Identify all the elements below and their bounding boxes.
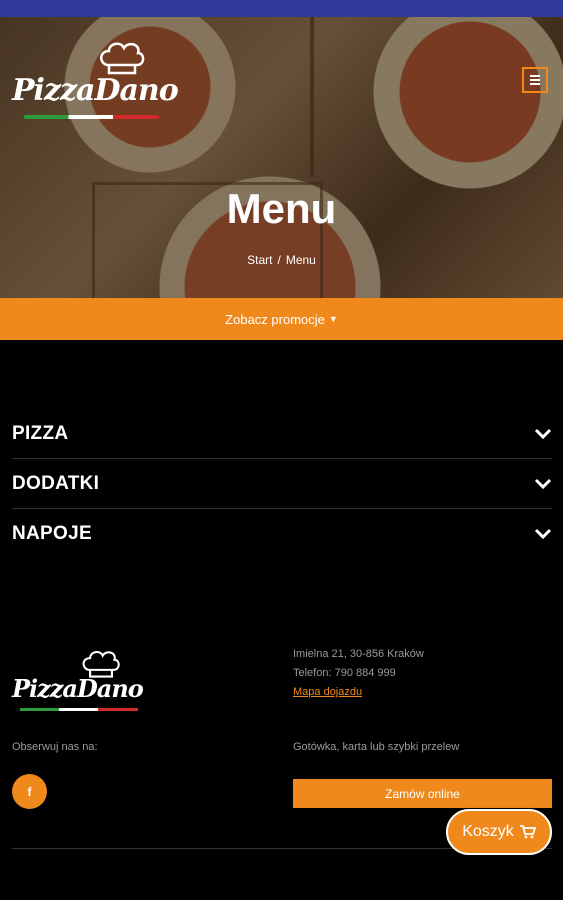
promotions-dropdown[interactable]: Zobacz promocje ▼ <box>0 298 563 340</box>
footer-logo[interactable]: PizzaDano <box>12 648 162 718</box>
caret-down-icon: ▼ <box>328 314 338 324</box>
logo-wordmark: PizzaDano <box>12 73 179 108</box>
hamburger-icon-bar <box>530 83 540 85</box>
payment-info: Gotówka, karta lub szybki przelew <box>293 741 460 753</box>
follow-label: Obserwuj nas na: <box>12 741 98 753</box>
footer-logo-wordmark: PizzaDano <box>12 674 144 703</box>
category-label: PIZZA <box>12 422 69 444</box>
hero-banner: PizzaDano Menu Start / Menu <box>0 17 563 300</box>
breadcrumb-home-link[interactable]: Start <box>247 253 272 267</box>
cart-label: Koszyk <box>462 823 514 840</box>
category-label: NAPOJE <box>12 522 92 544</box>
category-dodatki[interactable]: DODATKI <box>12 459 552 509</box>
category-label: DODATKI <box>12 472 100 494</box>
hero-box-divider <box>310 17 314 177</box>
breadcrumb-separator: / <box>277 253 281 267</box>
chevron-down-icon <box>534 428 552 439</box>
footer-phone: Telefon: 790 884 999 <box>293 667 396 679</box>
map-link[interactable]: Mapa dojazdu <box>293 686 362 698</box>
status-bar <box>0 0 563 17</box>
facebook-icon: f <box>27 784 32 799</box>
breadcrumb: Start / Menu <box>0 253 563 267</box>
logo-flag-stripe <box>24 115 159 119</box>
page-title: Menu <box>226 185 337 232</box>
facebook-button[interactable]: f <box>12 774 47 809</box>
site-logo[interactable]: PizzaDano <box>12 39 182 139</box>
promotions-label: Zobacz promocje <box>225 311 325 327</box>
chevron-down-icon <box>534 478 552 489</box>
menu-categories: PIZZA DODATKI NAPOJE <box>12 409 552 558</box>
hamburger-menu-button[interactable] <box>522 67 548 93</box>
category-pizza[interactable]: PIZZA <box>12 409 552 459</box>
chevron-down-icon <box>534 528 552 539</box>
order-online-button[interactable]: Zamów online <box>293 779 552 808</box>
breadcrumb-current: Menu <box>285 253 316 267</box>
footer-logo-flag-stripe <box>20 708 138 711</box>
chef-hat-icon <box>100 42 145 75</box>
footer-address: Imielna 21, 30-856 Kraków <box>293 648 424 660</box>
cart-button[interactable]: Koszyk <box>446 809 552 855</box>
hamburger-icon-bar <box>530 79 540 81</box>
category-napoje[interactable]: NAPOJE <box>12 509 552 558</box>
cart-icon <box>519 825 536 839</box>
hamburger-icon-bar <box>530 75 540 77</box>
